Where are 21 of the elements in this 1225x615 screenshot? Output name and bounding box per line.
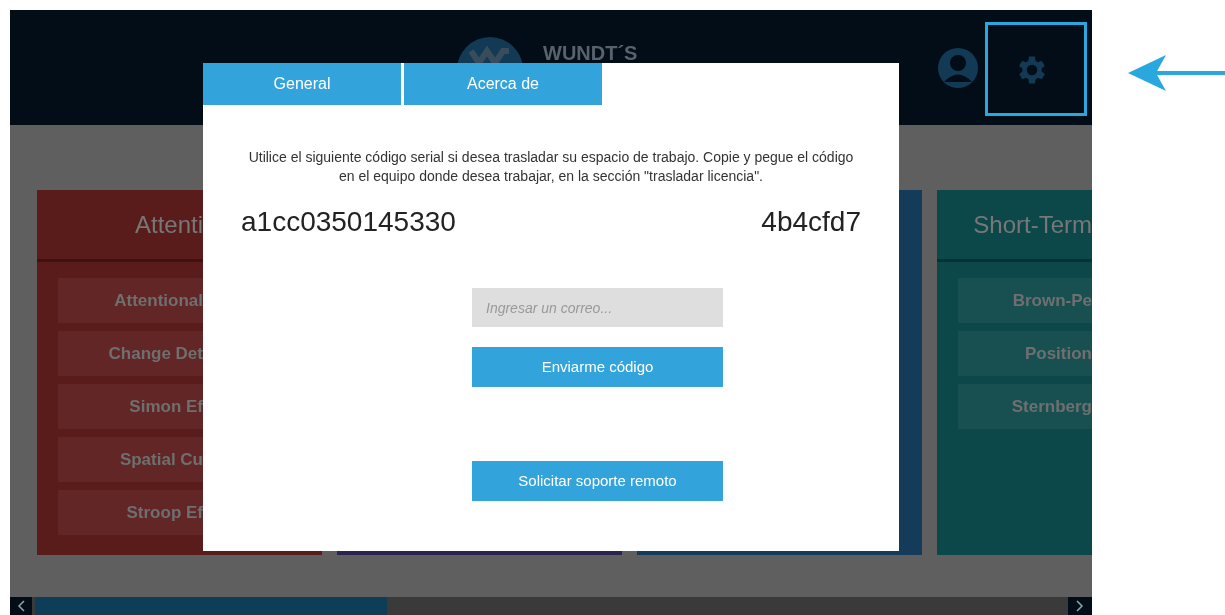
scroll-left-button[interactable] — [10, 597, 32, 615]
arrow-icon — [1128, 55, 1225, 91]
test-item[interactable]: Position — [958, 331, 1092, 376]
user-icon[interactable] — [937, 47, 979, 89]
chevron-left-icon — [17, 600, 25, 612]
tab[interactable]: General — [203, 63, 401, 105]
scrollbar-thumb[interactable] — [35, 597, 387, 615]
scroll-right-button[interactable] — [1068, 597, 1092, 615]
logo-text: WUNDT´S — [543, 43, 638, 63]
instructions-text: Utilice el siguiente código serial si desea trasladar su espacio de trabajo. Copie y pegue el código en el equipo donde desea trabajar, en la sección "trasladar licencia". — [247, 148, 855, 186]
serial-code-text: a1cc0350145330 — [241, 205, 456, 239]
test-item[interactable]: Sternberg — [958, 384, 1092, 429]
test-item[interactable]: Brown-Pe — [958, 278, 1092, 323]
serial-code-text: 4b4cfd7 — [761, 205, 861, 239]
send-code-button[interactable]: Enviarme código — [472, 347, 723, 387]
remote-support-button[interactable]: Solicitar soporte remoto — [472, 461, 723, 501]
tab[interactable]: Acerca de — [404, 63, 602, 105]
email-field[interactable]: Ingresar un correo... — [472, 288, 723, 327]
chevron-right-icon — [1076, 600, 1084, 612]
category-title: Short-Term — [973, 209, 1092, 240]
category-title: Attenti — [134, 209, 203, 240]
